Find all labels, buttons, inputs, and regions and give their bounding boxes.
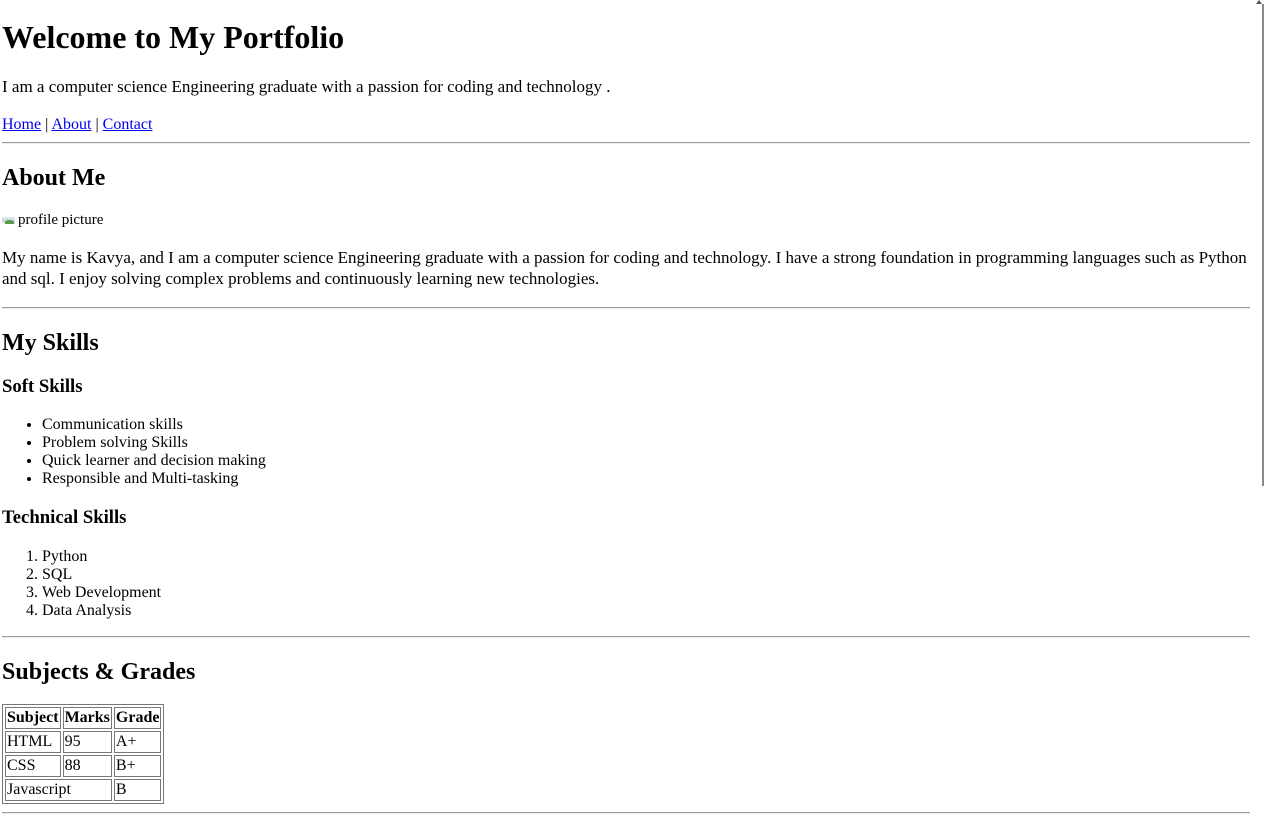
nav-link-contact[interactable]: Contact [103, 116, 153, 133]
column-header-marks: Marks [62, 707, 112, 729]
nav-separator: | [45, 116, 49, 133]
technical-skills-list: Python SQL Web Development Data Analysis [2, 548, 161, 620]
list-item: Problem solving Skills [42, 434, 266, 452]
column-header-grade: Grade [113, 707, 162, 729]
table-cell: Javascript [5, 779, 112, 801]
page-title: Welcome to My Portfolio [2, 19, 345, 55]
list-item: Data Analysis [42, 602, 161, 620]
table-cell: B [113, 779, 162, 801]
soft-skills-list: Communication skills Problem solving Ski… [2, 416, 266, 488]
table-row: Javascript B [5, 779, 162, 801]
grades-heading: Subjects & Grades [2, 659, 196, 685]
section-divider [2, 142, 1250, 144]
nav-separator: | [95, 116, 99, 133]
about-heading: About Me [2, 165, 106, 191]
section-divider [2, 636, 1250, 638]
list-item: Web Development [42, 584, 161, 602]
intro-text: I am a computer science Engineering grad… [2, 77, 611, 96]
grades-table: Subject Marks Grade HTML 95 A+ CSS 88 B+… [2, 704, 165, 804]
list-item: Responsible and Multi-tasking [42, 470, 266, 488]
table-cell: 95 [62, 731, 112, 753]
table-header-row: Subject Marks Grade [5, 707, 162, 729]
vertical-scrollbar[interactable] [1252, 0, 1264, 817]
table-cell: CSS [5, 755, 61, 777]
nav-link-home[interactable]: Home [2, 116, 41, 133]
table-cell: HTML [5, 731, 61, 753]
nav-bar: Home | About | Contact [2, 116, 152, 134]
soft-skills-heading: Soft Skills [2, 376, 83, 397]
about-text: My name is Kavya, and I am a computer sc… [2, 248, 1247, 288]
list-item: Python [42, 548, 161, 566]
profile-picture: profile picture [2, 211, 103, 229]
table-cell: 88 [62, 755, 112, 777]
profile-picture-alt: profile picture [18, 212, 104, 228]
table-row: HTML 95 A+ [5, 731, 162, 753]
technical-skills-heading: Technical Skills [2, 507, 127, 528]
skills-heading: My Skills [2, 330, 99, 356]
list-item: Communication skills [42, 416, 266, 434]
column-header-subject: Subject [5, 707, 61, 729]
nav-link-about[interactable]: About [51, 116, 91, 133]
table-cell: A+ [113, 731, 162, 753]
broken-image-icon [2, 215, 16, 226]
list-item: SQL [42, 566, 161, 584]
table-cell: B+ [113, 755, 162, 777]
section-divider [2, 812, 1250, 814]
table-row: CSS 88 B+ [5, 755, 162, 777]
section-divider [2, 307, 1250, 309]
list-item: Quick learner and decision making [42, 452, 266, 470]
